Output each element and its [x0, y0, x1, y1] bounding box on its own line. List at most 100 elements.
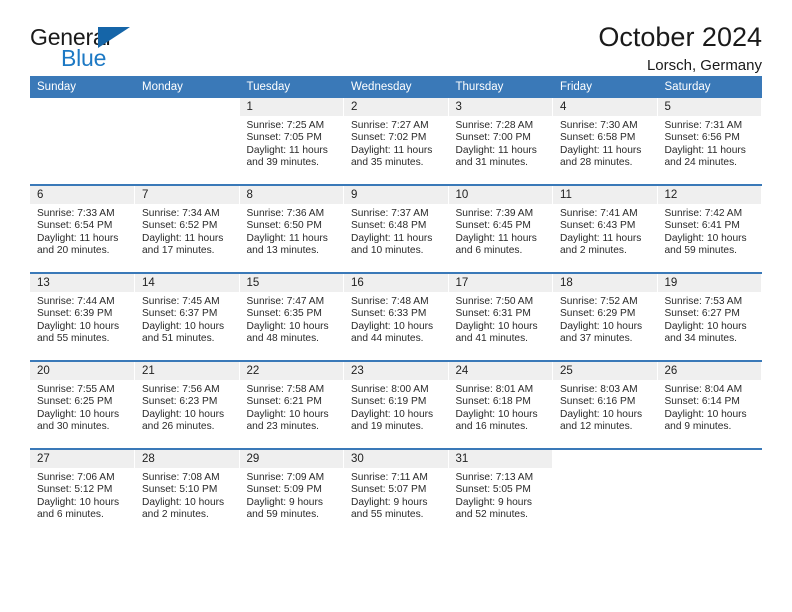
daylight-text: Daylight: 11 hours and 39 minutes. — [246, 144, 328, 168]
sunset-text: Sunset: 6:37 PM — [142, 308, 218, 320]
day-number — [135, 98, 239, 116]
day-number: 8 — [239, 186, 343, 204]
daylight-text: Daylight: 10 hours and 12 minutes. — [560, 408, 643, 432]
day-number: 10 — [448, 186, 552, 204]
day-cell-inner: 9 Sunrise: 7:37 AM Sunset: 6:48 PM Daylight… — [344, 186, 448, 272]
daylight-text: Daylight: 10 hours and 2 minutes. — [142, 496, 225, 520]
day-cell-details: Sunrise: 7:09 AM Sunset: 5:09 PM Daylight:… — [240, 468, 344, 521]
day-cell-inner: 18 Sunrise: 7:52 AM Sunset: 6:29 PM Dayligh… — [553, 274, 657, 360]
sunrise-text: Sunrise: 7:45 AM — [142, 296, 220, 307]
day-cell-inner — [553, 450, 657, 536]
page-title: October 2024 — [598, 22, 762, 52]
calendar-day-cell[interactable]: 3 Sunrise: 7:28 AM Sunset: 7:00 PM Daylight… — [448, 98, 553, 185]
calendar-day-cell[interactable]: 18 Sunrise: 7:52 AM Sunset: 6:29 PM Dayligh… — [552, 272, 658, 361]
calendar-day-cell[interactable]: 14 Sunrise: 7:45 AM Sunset: 6:37 PM Dayligh… — [134, 272, 240, 361]
daylight-text: Daylight: 9 hours and 59 minutes. — [246, 496, 323, 520]
calendar-day-cell[interactable]: 27 Sunrise: 7:06 AM Sunset: 5:12 PM Dayligh… — [30, 448, 135, 536]
sunset-text: Sunset: 5:10 PM — [142, 484, 218, 496]
calendar-cell-empty — [657, 448, 762, 536]
sunrise-text: Sunrise: 7:36 AM — [246, 208, 325, 219]
daylight-text: Daylight: 11 hours and 13 minutes. — [246, 232, 328, 256]
calendar-day-cell[interactable]: 28 Sunrise: 7:08 AM Sunset: 5:10 PM Dayligh… — [134, 448, 240, 536]
calendar-day-cell[interactable]: 1 Sunrise: 7:25 AM Sunset: 7:05 PM Daylight… — [239, 98, 344, 185]
sunrise-text: Sunrise: 7:33 AM — [37, 208, 115, 219]
calendar-day-cell[interactable]: 17 Sunrise: 7:50 AM Sunset: 6:31 PM Dayligh… — [448, 272, 553, 361]
calendar-day-cell[interactable]: 23 Sunrise: 8:00 AM Sunset: 6:19 PM Dayligh… — [343, 360, 449, 449]
calendar-day-cell[interactable]: 31 Sunrise: 7:13 AM Sunset: 5:05 PM Dayligh… — [448, 448, 553, 536]
sunset-text: Sunset: 6:56 PM — [664, 132, 740, 144]
day-number: 22 — [239, 362, 343, 380]
calendar-day-cell[interactable]: 9 Sunrise: 7:37 AM Sunset: 6:48 PM Daylight… — [343, 184, 449, 273]
day-number: 15 — [239, 274, 343, 292]
calendar-day-cell[interactable]: 8 Sunrise: 7:36 AM Sunset: 6:50 PM Daylight… — [239, 184, 344, 273]
calendar-day-cell[interactable]: 6 Sunrise: 7:33 AM Sunset: 6:54 PM Daylight… — [30, 184, 135, 273]
calendar-day-cell[interactable]: 30 Sunrise: 7:11 AM Sunset: 5:07 PM Dayligh… — [343, 448, 449, 536]
day-cell-inner: 1 Sunrise: 7:25 AM Sunset: 7:05 PM Daylight… — [239, 98, 343, 184]
day-cell-inner: 5 Sunrise: 7:31 AM Sunset: 6:56 PM Daylight… — [657, 98, 761, 184]
calendar-day-cell[interactable]: 11 Sunrise: 7:41 AM Sunset: 6:43 PM Dayligh… — [552, 184, 658, 273]
calendar-day-cell[interactable]: 19 Sunrise: 7:53 AM Sunset: 6:27 PM Dayligh… — [657, 272, 762, 361]
day-cell-inner: 15 Sunrise: 7:47 AM Sunset: 6:35 PM Dayligh… — [239, 274, 344, 360]
calendar-day-cell[interactable]: 13 Sunrise: 7:44 AM Sunset: 6:39 PM Dayligh… — [30, 272, 135, 361]
daylight-text: Daylight: 10 hours and 55 minutes. — [37, 320, 120, 344]
sunrise-text: Sunrise: 8:04 AM — [664, 384, 743, 395]
sunset-text: Sunset: 7:05 PM — [246, 132, 322, 144]
day-cell-inner: 29 Sunrise: 7:09 AM Sunset: 5:09 PM Dayligh… — [239, 450, 344, 536]
day-cell-details: Sunrise: 7:44 AM Sunset: 6:39 PM Daylight:… — [30, 292, 134, 345]
daylight-text: Daylight: 10 hours and 6 minutes. — [37, 496, 120, 520]
sunrise-text: Sunrise: 7:48 AM — [351, 296, 429, 307]
calendar-week-row: 20 Sunrise: 7:55 AM Sunset: 6:25 PM Dayligh… — [30, 360, 762, 449]
sunset-text: Sunset: 6:16 PM — [560, 396, 636, 408]
sunset-text: Sunset: 5:12 PM — [37, 484, 113, 496]
sunrise-text: Sunrise: 7:50 AM — [455, 296, 534, 307]
sunrise-text: Sunrise: 7:52 AM — [560, 296, 638, 307]
day-number: 9 — [344, 186, 448, 204]
calendar-day-cell[interactable]: 21 Sunrise: 7:56 AM Sunset: 6:23 PM Dayligh… — [134, 360, 240, 449]
calendar-day-cell[interactable]: 2 Sunrise: 7:27 AM Sunset: 7:02 PM Daylight… — [343, 98, 449, 185]
daylight-text: Daylight: 11 hours and 28 minutes. — [560, 144, 642, 168]
calendar-day-cell[interactable]: 15 Sunrise: 7:47 AM Sunset: 6:35 PM Dayligh… — [239, 272, 344, 361]
sunset-text: Sunset: 6:52 PM — [142, 220, 218, 232]
calendar-day-cell[interactable]: 29 Sunrise: 7:09 AM Sunset: 5:09 PM Dayligh… — [239, 448, 344, 536]
day-number — [30, 98, 134, 116]
calendar-day-cell[interactable]: 16 Sunrise: 7:48 AM Sunset: 6:33 PM Dayligh… — [343, 272, 449, 361]
day-cell-inner: 10 Sunrise: 7:39 AM Sunset: 6:45 PM Dayligh… — [448, 186, 552, 272]
calendar-day-cell[interactable]: 12 Sunrise: 7:42 AM Sunset: 6:41 PM Dayligh… — [657, 184, 762, 273]
weekday-header-friday: Friday — [552, 76, 658, 98]
calendar-day-cell[interactable]: 10 Sunrise: 7:39 AM Sunset: 6:45 PM Dayligh… — [448, 184, 553, 273]
day-cell-inner: 26 Sunrise: 8:04 AM Sunset: 6:14 PM Dayligh… — [657, 362, 761, 448]
general-blue-logo[interactable]: General Blue — [30, 22, 150, 74]
sunrise-text: Sunrise: 7:28 AM — [455, 120, 534, 131]
calendar-day-cell[interactable]: 26 Sunrise: 8:04 AM Sunset: 6:14 PM Dayligh… — [657, 360, 762, 449]
day-cell-inner: 6 Sunrise: 7:33 AM Sunset: 6:54 PM Daylight… — [30, 186, 134, 272]
calendar-cell-empty — [552, 448, 658, 536]
weekday-header-sunday: Sunday — [30, 76, 135, 98]
sunrise-text: Sunrise: 7:55 AM — [37, 384, 115, 395]
daylight-text: Daylight: 10 hours and 37 minutes. — [560, 320, 643, 344]
calendar-day-cell[interactable]: 25 Sunrise: 8:03 AM Sunset: 6:16 PM Dayligh… — [552, 360, 658, 449]
calendar-day-cell[interactable]: 4 Sunrise: 7:30 AM Sunset: 6:58 PM Daylight… — [552, 98, 658, 185]
day-cell-details: Sunrise: 7:47 AM Sunset: 6:35 PM Daylight:… — [240, 292, 344, 345]
day-number: 6 — [30, 186, 134, 204]
calendar-day-cell[interactable]: 7 Sunrise: 7:34 AM Sunset: 6:52 PM Daylight… — [134, 184, 240, 273]
day-cell-details: Sunrise: 7:33 AM Sunset: 6:54 PM Daylight:… — [30, 204, 134, 257]
daylight-text: Daylight: 11 hours and 6 minutes. — [455, 232, 537, 256]
sunset-text: Sunset: 7:02 PM — [351, 132, 427, 144]
daylight-text: Daylight: 10 hours and 41 minutes. — [455, 320, 538, 344]
sunset-text: Sunset: 6:21 PM — [246, 396, 322, 408]
calendar-day-cell[interactable]: 5 Sunrise: 7:31 AM Sunset: 6:56 PM Daylight… — [657, 98, 762, 185]
sunset-text: Sunset: 6:27 PM — [664, 308, 740, 320]
day-cell-inner: 16 Sunrise: 7:48 AM Sunset: 6:33 PM Dayligh… — [344, 274, 448, 360]
day-number: 23 — [344, 362, 448, 380]
calendar-day-cell[interactable]: 20 Sunrise: 7:55 AM Sunset: 6:25 PM Dayligh… — [30, 360, 135, 449]
weekday-header-wednesday: Wednesday — [343, 76, 449, 98]
calendar-day-cell[interactable]: 24 Sunrise: 8:01 AM Sunset: 6:18 PM Dayligh… — [448, 360, 553, 449]
daylight-text: Daylight: 11 hours and 31 minutes. — [455, 144, 537, 168]
day-cell-details: Sunrise: 7:30 AM Sunset: 6:58 PM Daylight:… — [553, 116, 657, 169]
sunset-text: Sunset: 6:18 PM — [455, 396, 531, 408]
daylight-text: Daylight: 11 hours and 35 minutes. — [351, 144, 433, 168]
calendar-day-cell[interactable]: 22 Sunrise: 7:58 AM Sunset: 6:21 PM Dayligh… — [239, 360, 344, 449]
daylight-text: Daylight: 10 hours and 51 minutes. — [142, 320, 225, 344]
day-number: 21 — [135, 362, 239, 380]
daylight-text: Daylight: 10 hours and 34 minutes. — [664, 320, 747, 344]
